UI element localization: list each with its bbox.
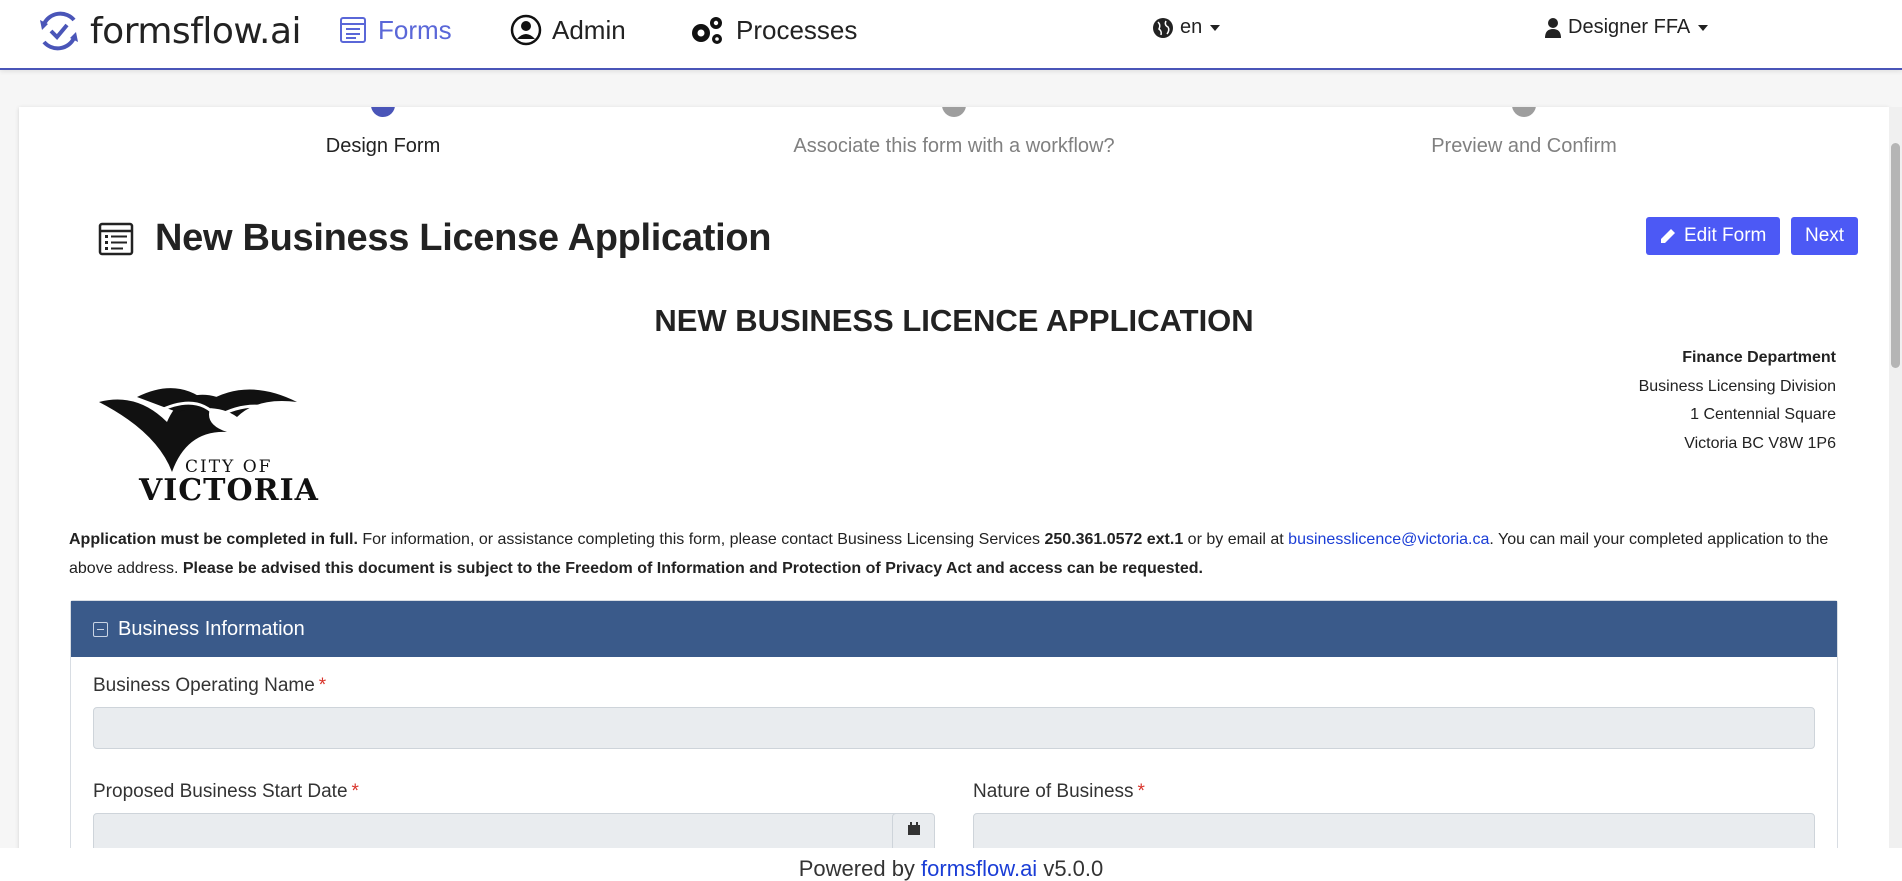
step-design-form[interactable]: Design Form [326,135,440,158]
nav-admin[interactable]: Admin [510,10,626,50]
operating-name-label-text: Business Operating Name [93,675,315,696]
user-icon [1545,17,1561,38]
step-dot-associate [942,107,966,117]
form-heading: NEW BUSINESS LICENCE APPLICATION [654,303,1254,338]
start-date-label-text: Proposed Business Start Date [93,781,348,802]
intro-email-link[interactable]: businesslicence@victoria.ca [1288,531,1489,548]
required-mark: * [351,781,359,802]
nav-processes[interactable]: Processes [688,10,857,50]
footer-prefix: Powered by [798,856,922,881]
page-title-row: New Business License Application [97,217,771,260]
nav-processes-label: Processes [736,14,858,45]
operating-name-label: Business Operating Name * [93,675,326,697]
formsflow-logo-icon [40,11,78,51]
form-designer-card: Design Form Associate this form with a w… [19,107,1889,881]
intro-text-2: or by email at [1183,531,1289,548]
department-address: Finance Department Business Licensing Di… [1639,344,1836,458]
start-date-label: Proposed Business Start Date * [93,781,359,803]
intro-paragraph: Application must be completed in full. F… [69,525,1859,583]
globe-icon [1153,17,1173,38]
step-associate-workflow[interactable]: Associate this form with a workflow? [793,135,1114,158]
required-mark: * [1137,781,1145,802]
user-circle-icon [510,14,542,46]
collapse-icon[interactable] [93,621,108,637]
address-department: Finance Department [1682,349,1836,366]
logo-victoria-text: VICTORIA [138,473,319,502]
page-scrollbar[interactable] [1889,107,1902,848]
step-dot-design [371,107,395,117]
intro-bold-lead: Application must be completed in full. [69,531,358,548]
page-title: New Business License Application [155,217,772,259]
nav-admin-label: Admin [552,14,626,45]
chevron-down-icon [1210,24,1221,31]
edit-form-label: Edit Form [1684,225,1767,246]
step-dot-preview [1512,107,1536,117]
nature-of-business-label: Nature of Business * [973,781,1145,803]
required-mark: * [318,675,327,696]
chevron-down-icon [1698,24,1709,31]
pencil-icon [1661,229,1675,243]
user-name: Designer FFA [1568,16,1691,38]
scrollbar-thumb[interactable] [1891,143,1900,368]
user-dropdown[interactable]: Designer FFA [1544,16,1709,39]
operating-name-input[interactable] [93,707,1815,749]
brand[interactable]: formsflow.ai [36,4,302,58]
calendar-icon [908,822,920,835]
gears-icon [692,17,722,44]
panel-header[interactable]: Business Information [71,601,1837,657]
intro-bold-tail: Please be advised this document is subje… [182,560,1203,577]
nav-forms[interactable]: Forms [338,10,452,50]
form-document-icon [98,222,134,255]
address-division: Business Licensing Division [1638,377,1836,395]
address-city: Victoria BC V8W 1P6 [1684,434,1836,452]
intro-text-1: For information, or assistance completin… [357,531,1045,548]
top-navbar: formsflow.ai Forms Admin Processes en De… [0,0,1902,70]
step-preview-confirm[interactable]: Preview and Confirm [1431,135,1617,158]
intro-phone: 250.361.0572 ext.1 [1044,531,1184,548]
footer-version: v5.0.0 [1037,856,1104,881]
address-street: 1 Centennial Square [1690,406,1836,424]
city-of-victoria-logo: CITY OF VICTORIA [99,388,319,502]
language-dropdown[interactable]: en [1152,16,1221,39]
language-value: en [1180,16,1203,38]
nav-forms-label: Forms [378,14,452,45]
footer-link[interactable]: formsflow.ai [921,856,1037,881]
panel-title: Business Information [118,617,305,640]
next-button[interactable]: Next [1791,217,1859,255]
footer: Powered by formsflow.ai v5.0.0 [0,848,1902,881]
brand-name: formsflow.ai [90,10,302,52]
edit-form-button[interactable]: Edit Form [1646,217,1781,255]
nature-of-business-label-text: Nature of Business [973,781,1134,802]
forms-icon [340,17,366,43]
